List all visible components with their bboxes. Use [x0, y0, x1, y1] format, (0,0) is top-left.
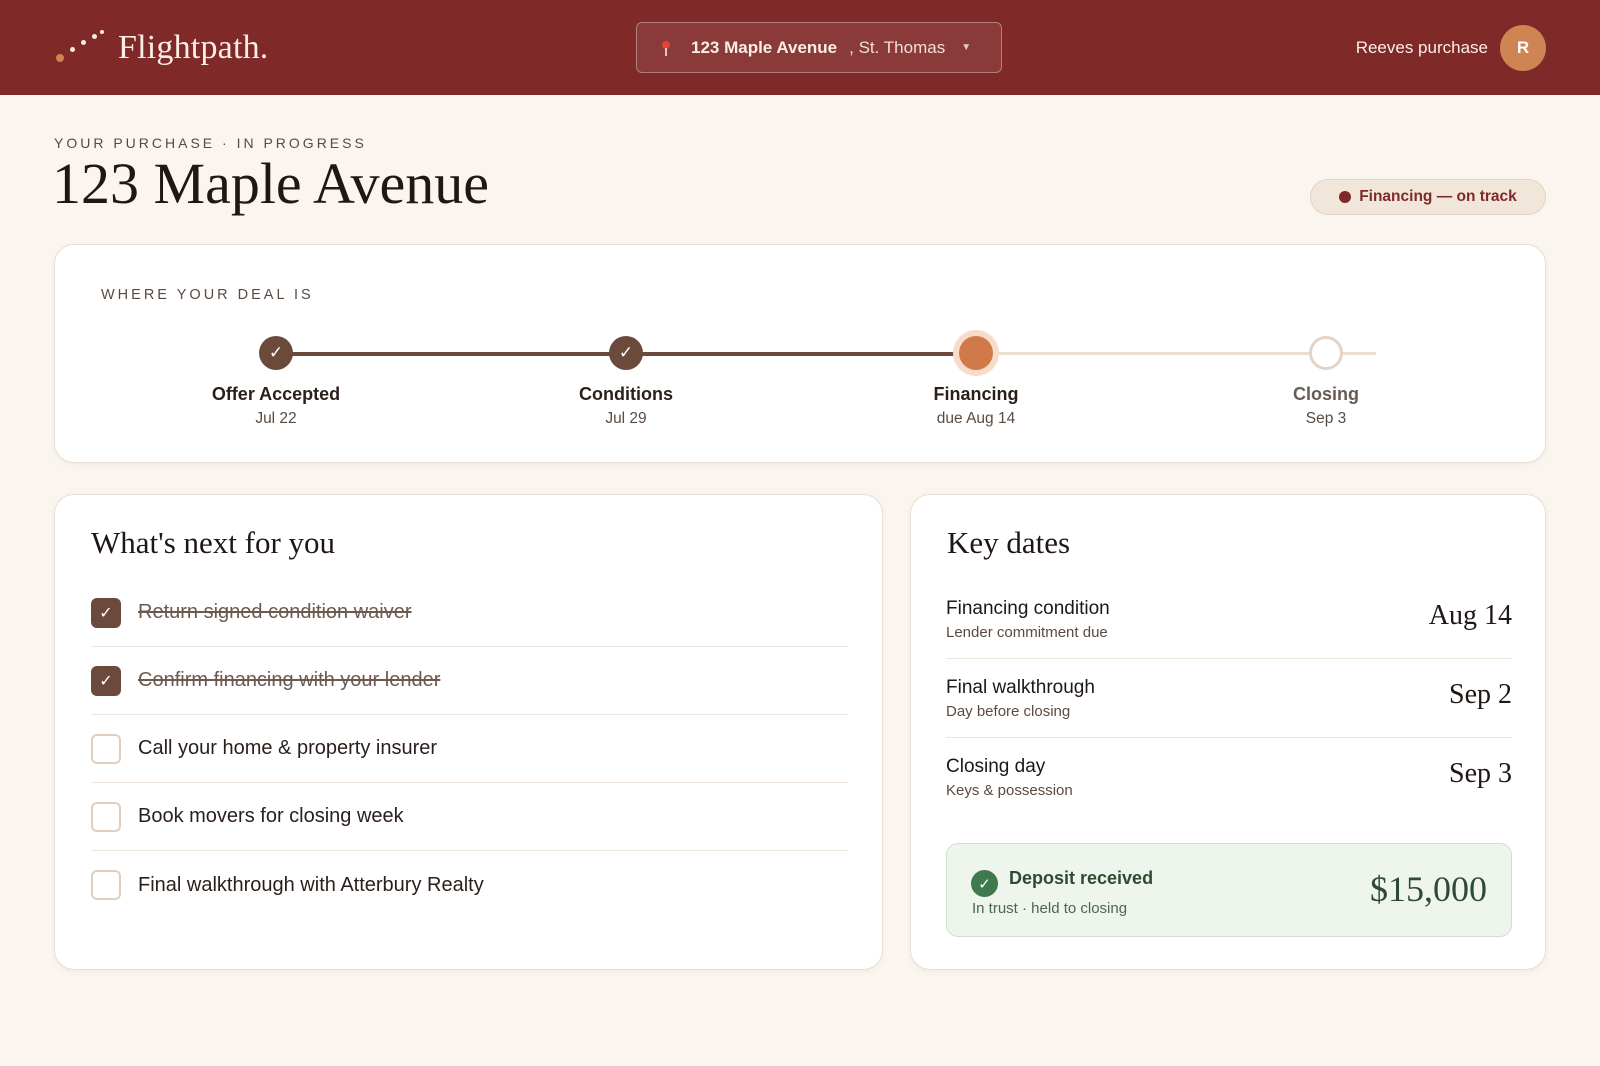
- avatar[interactable]: R: [1500, 25, 1546, 71]
- step-date: Sep 3: [1305, 410, 1347, 427]
- deposit-amount: $15,000: [1370, 869, 1487, 909]
- address-street: 123 Maple Avenue: [691, 37, 838, 57]
- checkbox-checked[interactable]: ✓: [91, 597, 121, 628]
- step-closing[interactable]: Closing Sep 3: [1206, 336, 1446, 428]
- status-text: Financing — on track: [1359, 188, 1517, 205]
- top-bar: Flightpath. 123 Maple Avenue , St. Thoma…: [0, 0, 1600, 95]
- key-date-title: Financing condition: [946, 598, 1110, 619]
- checkbox-unchecked[interactable]: [91, 870, 121, 900]
- deal-progress-card: WHERE YOUR DEAL IS ✓ Offer Accepted Jul …: [54, 244, 1546, 463]
- card-title: What's next for you: [91, 525, 336, 560]
- task-item[interactable]: Call your home & property insurer: [91, 715, 848, 783]
- deposit-title: Deposit received: [1009, 868, 1154, 888]
- address-city: , St. Thomas: [849, 37, 946, 57]
- key-date-value: Aug 14: [1428, 600, 1512, 631]
- checkbox-unchecked[interactable]: [91, 733, 121, 764]
- step-offer-accepted[interactable]: ✓ Offer Accepted Jul 22: [156, 336, 396, 428]
- key-date-subtitle: Day before closing: [946, 703, 1071, 720]
- key-date-row: Financing condition Lender commitment du…: [946, 580, 1512, 659]
- card-title: Key dates: [947, 525, 1071, 560]
- flight-dots-icon: [54, 28, 110, 68]
- key-date-value: Sep 2: [1449, 679, 1512, 710]
- whats-next-card: What's next for you ✓ Return signed cond…: [54, 494, 883, 970]
- section-label: WHERE YOUR DEAL IS: [101, 287, 314, 303]
- deposit-panel: ✓ Deposit received In trust · held to cl…: [946, 843, 1512, 937]
- deposit-subtitle: In trust · held to closing: [972, 900, 1128, 917]
- task-text: Call your home & property insurer: [138, 737, 438, 759]
- checkbox-checked[interactable]: ✓: [91, 665, 121, 696]
- upcoming-step-icon: [1309, 336, 1343, 370]
- task-item[interactable]: ✓ Return signed condition waiver: [91, 579, 848, 647]
- step-name: Conditions: [579, 384, 673, 404]
- purchase-label: Reeves purchase: [1355, 38, 1488, 57]
- page-title: 123 Maple Avenue: [52, 151, 490, 216]
- step-name: Offer Accepted: [211, 384, 341, 404]
- step-date: Jul 29: [605, 410, 647, 427]
- step-date: Jul 22: [255, 410, 297, 427]
- key-dates-card: Key dates Financing condition Lender com…: [910, 494, 1546, 970]
- check-icon: ✓: [609, 336, 643, 370]
- key-date-title: Final walkthrough: [946, 677, 1095, 698]
- step-conditions[interactable]: ✓ Conditions Jul 29: [506, 336, 746, 428]
- step-name: Closing: [1293, 384, 1359, 404]
- address-select[interactable]: 123 Maple Avenue , St. Thomas ▼: [636, 22, 1002, 73]
- step-date: due Aug 14: [936, 410, 1016, 427]
- task-item[interactable]: ✓ Confirm financing with your lender: [91, 647, 848, 715]
- brand-logo[interactable]: Flightpath.: [54, 28, 269, 68]
- task-text: Confirm financing with your lender: [138, 669, 441, 691]
- key-date-row: Final walkthrough Day before closing Sep…: [946, 659, 1512, 738]
- key-date-subtitle: Keys & possession: [946, 782, 1073, 799]
- task-text: Return signed condition waiver: [138, 601, 412, 623]
- chevron-down-icon: ▼: [961, 42, 972, 53]
- step-name: Financing: [933, 384, 1019, 404]
- status-badge: Financing — on track: [1310, 179, 1546, 215]
- brand-name: Flightpath.: [118, 29, 269, 66]
- step-financing[interactable]: Financing due Aug 14: [856, 336, 1096, 428]
- task-text: Book movers for closing week: [138, 805, 404, 827]
- current-step-icon: [959, 336, 993, 370]
- user-menu[interactable]: Reeves purchase R: [1356, 25, 1546, 71]
- check-icon: ✓: [259, 336, 293, 370]
- task-item[interactable]: Final walkthrough with Atterbury Realty: [91, 851, 848, 919]
- key-date-value: Sep 3: [1449, 758, 1512, 789]
- key-date-title: Closing day: [946, 756, 1046, 777]
- key-date-subtitle: Lender commitment due: [946, 624, 1108, 641]
- check-circle-icon: ✓: [971, 870, 998, 897]
- checkbox-unchecked[interactable]: [91, 801, 121, 832]
- task-text: Final walkthrough with Atterbury Realty: [138, 873, 484, 896]
- page-eyebrow: YOUR PURCHASE · IN PROGRESS: [54, 135, 367, 151]
- task-item[interactable]: Book movers for closing week: [91, 783, 848, 851]
- status-dot-icon: [1339, 191, 1352, 203]
- key-date-row: Closing day Keys & possession Sep 3: [946, 738, 1512, 817]
- map-pin-icon: [659, 39, 673, 57]
